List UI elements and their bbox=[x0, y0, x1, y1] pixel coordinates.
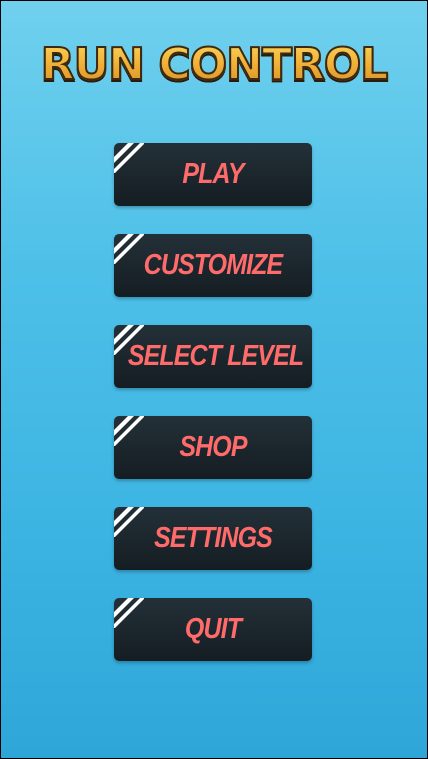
shop-label: SHOP bbox=[179, 431, 247, 463]
play-button[interactable]: PLAY bbox=[114, 143, 312, 206]
game-title: RUN CONTROL bbox=[1, 38, 427, 91]
select-level-button[interactable]: SELECT LEVEL bbox=[114, 325, 312, 388]
customize-label: CUSTOMIZE bbox=[143, 249, 284, 281]
shop-button[interactable]: SHOP bbox=[114, 416, 312, 479]
customize-button[interactable]: CUSTOMIZE bbox=[114, 234, 312, 297]
play-label: PLAY bbox=[182, 158, 244, 190]
quit-button[interactable]: QUIT bbox=[114, 598, 312, 661]
main-menu: PLAY CUSTOMIZE SELECT LEVEL SHOP SETTING… bbox=[114, 143, 312, 689]
quit-label: QUIT bbox=[184, 613, 242, 645]
settings-label: SETTINGS bbox=[154, 522, 273, 554]
main-menu-screen: RUN CONTROL PLAY CUSTOMIZE SELECT LEVEL bbox=[1, 1, 427, 758]
settings-button[interactable]: SETTINGS bbox=[114, 507, 312, 570]
select-level-label: SELECT LEVEL bbox=[127, 340, 304, 372]
